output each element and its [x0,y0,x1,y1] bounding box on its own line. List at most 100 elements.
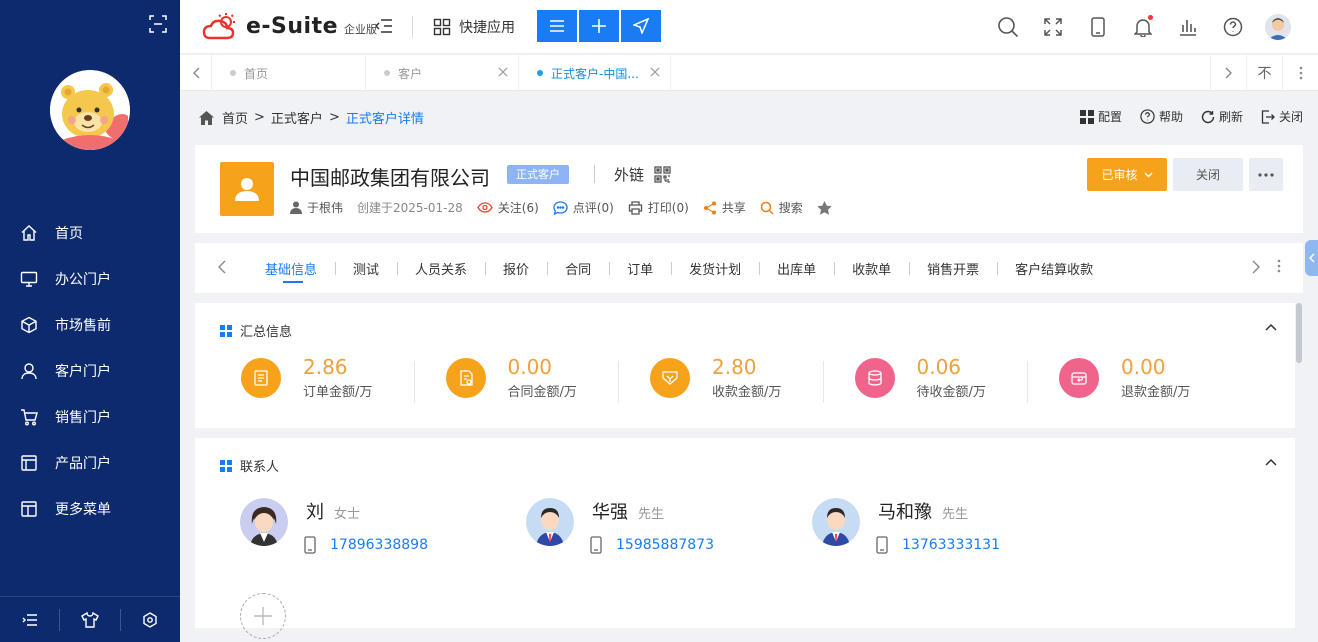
breadcrumb-home[interactable]: 首页 [222,108,248,127]
qrcode-icon[interactable] [654,166,671,183]
config-button[interactable]: 配置 [1079,108,1122,125]
star-button[interactable] [817,200,837,215]
tab-customer[interactable]: 客户 [366,55,519,91]
follow-button[interactable]: 关注(6) [477,199,539,216]
tab-settlement[interactable]: 客户结算收款 [997,243,1111,293]
tab-order[interactable]: 订单 [609,243,671,293]
tabs-more-icon[interactable] [1282,55,1318,91]
contact-phone[interactable]: 13763333131 [876,536,1000,554]
add-button[interactable] [579,10,619,42]
tab-customer-detail[interactable]: 正式客户-中国... [519,55,671,91]
search-label: 搜索 [778,201,803,215]
external-link[interactable]: 外链 [614,164,671,185]
help-icon[interactable] [1210,14,1255,40]
top-header: e-Suite 企业版 快捷应用 [180,0,1318,54]
sidebar-item-market[interactable]: 市场售前 [0,302,180,348]
send-icon [633,18,649,34]
sidebar-item-office[interactable]: 办公门户 [0,256,180,302]
contact-title: 女士 [334,507,361,522]
fullscreen-icon[interactable] [148,14,168,34]
profile-avatar[interactable] [1255,14,1300,40]
refresh-button[interactable]: 刷新 [1201,108,1243,125]
collapse-menu-icon[interactable] [374,18,393,38]
sidebar-item-product[interactable]: 产品门户 [0,440,180,486]
search-icon[interactable] [985,14,1030,40]
tab-test[interactable]: 测试 [335,243,397,293]
help-icon [1140,109,1155,124]
tabs-scroll-left[interactable] [180,55,212,91]
pin-tab-button[interactable]: 不 [1246,55,1282,91]
config-label: 配置 [1097,110,1122,124]
share-button[interactable]: 共享 [703,199,746,216]
layout-icon [21,455,37,471]
contact-name: 马和豫 [878,502,932,523]
sidebar-item-customer[interactable]: 客户门户 [0,348,180,394]
stats-chart-icon[interactable] [1165,14,1210,40]
sidebar-item-sales[interactable]: 销售门户 [0,394,180,440]
side-drawer-toggle[interactable] [1305,240,1318,276]
approval-dropdown-button[interactable]: 已审核 [1087,158,1167,191]
tabs-scroll-right[interactable] [1210,55,1246,91]
tab-personnel[interactable]: 人员关系 [397,243,485,293]
stat-receipt-amount: 2.80 收款金额/万 [604,355,809,403]
tab-delivery-plan[interactable]: 发货计划 [671,243,759,293]
quick-actions [537,10,661,42]
quick-apps-button[interactable]: 快捷应用 [433,17,515,37]
chevron-left-icon[interactable] [217,259,227,275]
tab-home[interactable]: 首页 [212,55,366,91]
sidebar-item-home[interactable]: 首页 [0,210,180,256]
menu-button[interactable] [537,10,577,42]
add-contact-button[interactable] [240,593,286,639]
stat-label: 退款金额/万 [1121,385,1191,400]
mobile-icon [590,536,602,554]
expand-icon[interactable] [1030,14,1075,40]
chevron-up-icon[interactable] [1265,323,1277,331]
close-button[interactable]: 关闭 [1173,158,1243,191]
bell-icon[interactable] [1120,14,1165,40]
tab-contract[interactable]: 合同 [547,243,609,293]
more-button[interactable] [1249,158,1283,191]
tab-quote[interactable]: 报价 [485,243,547,293]
scrollbar[interactable] [1295,303,1303,628]
sidebar-item-more[interactable]: 更多菜单 [0,486,180,532]
breadcrumb-level2[interactable]: 正式客户 [271,108,323,127]
settings-hex-icon[interactable] [119,608,180,631]
comment-button[interactable]: 点评(0) [553,199,614,216]
quick-apps-label: 快捷应用 [459,20,515,36]
contact-phone[interactable]: 17896338898 [304,536,428,554]
list-toggle-icon[interactable] [0,609,59,631]
app-logo[interactable]: e-Suite 企业版 [202,12,377,40]
eye-icon [477,202,493,213]
search-icon [760,201,774,215]
tab-invoice[interactable]: 销售开票 [909,243,997,293]
scrollbar-thumb[interactable] [1296,303,1302,363]
comment-label: 点评(0) [572,201,614,215]
home-icon[interactable] [199,110,214,125]
search-button[interactable]: 搜索 [760,199,803,216]
mobile-icon[interactable] [1075,14,1120,40]
close-icon[interactable] [498,67,508,77]
contact-card[interactable]: 马和豫 先生 13763333131 [812,498,1000,554]
chevron-down-icon [1144,172,1152,177]
user-avatar[interactable] [50,70,130,150]
cube-icon [21,316,37,334]
tab-label: 正式客户-中国... [551,66,639,81]
close-icon[interactable] [650,67,660,77]
print-button[interactable]: 打印(0) [628,199,689,216]
tab-receipt[interactable]: 收款单 [834,243,909,293]
help-button[interactable]: 帮助 [1140,108,1183,125]
contact-card[interactable]: 刘女士 17896338898 [240,498,428,554]
chevron-right-icon[interactable] [1251,259,1261,275]
contact-phone[interactable]: 15985887873 [590,536,714,554]
chevron-up-icon[interactable] [1265,458,1277,466]
tab-outbound[interactable]: 出库单 [759,243,834,293]
theme-shirt-icon[interactable] [59,608,119,631]
more-vertical-icon[interactable] [1277,259,1281,273]
user-icon [21,363,37,380]
contact-card[interactable]: 华强 先生 15985887873 [526,498,714,554]
tab-controls: 不 [1210,55,1318,91]
send-button[interactable] [621,10,661,42]
tab-basic-info[interactable]: 基础信息 [247,243,335,293]
comment-icon [553,200,568,215]
close-page-button[interactable]: 关闭 [1261,108,1303,125]
